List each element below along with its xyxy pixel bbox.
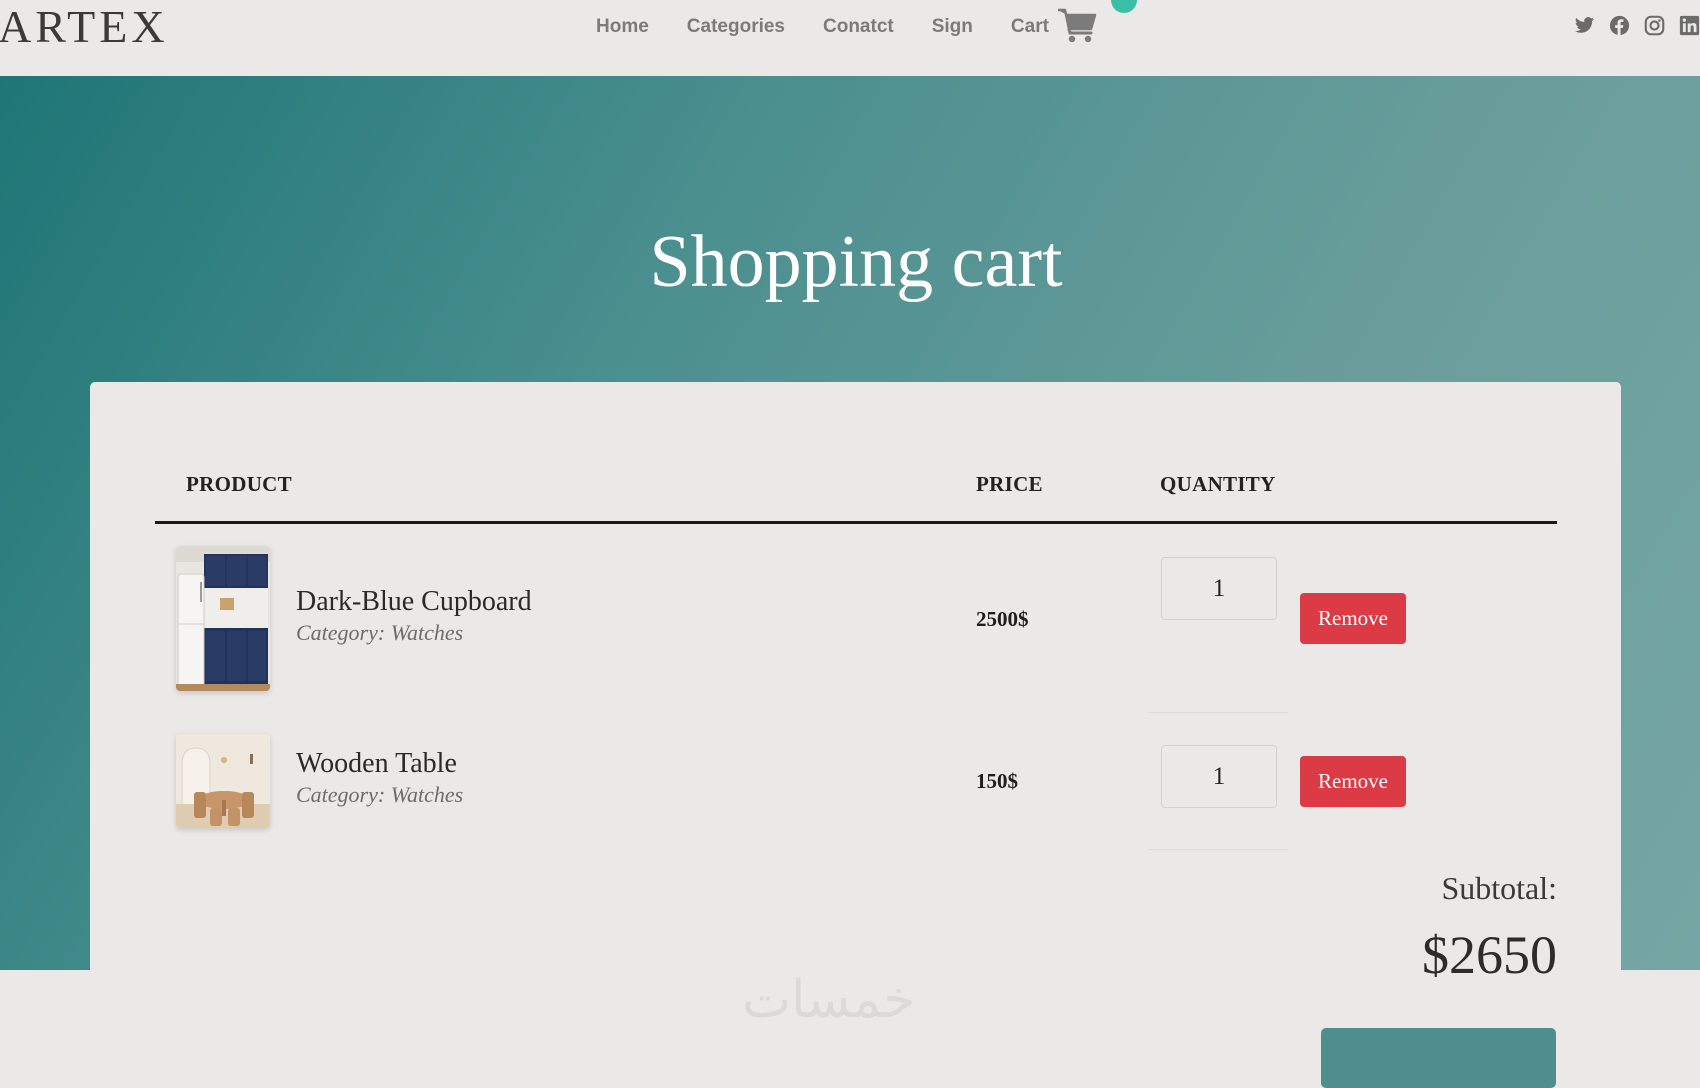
- cart-card: PRODUCT PRICE QUANTITY Dark-Blue Cupboar…: [90, 382, 1621, 1088]
- social-links: [1574, 15, 1700, 36]
- nav-links: Home Categories Conatct Sign Cart: [596, 8, 1097, 43]
- product-thumbnail-table[interactable]: [176, 734, 270, 828]
- column-header-price: PRICE: [976, 472, 1043, 496]
- row-divider: [1148, 849, 1288, 850]
- nav-link-contact[interactable]: Conatct: [823, 16, 894, 38]
- nav-link-cart[interactable]: Cart: [1010, 8, 1097, 45]
- quantity-input[interactable]: [1161, 557, 1277, 620]
- nav-link-sign[interactable]: Sign: [932, 16, 973, 38]
- product-thumbnail-cupboard[interactable]: [176, 546, 270, 691]
- product-category: Category: Watches: [296, 620, 464, 645]
- cart-count-badge: [1111, 0, 1137, 13]
- checkout-button[interactable]: [1321, 1028, 1556, 1088]
- product-category: Category: Watches: [296, 782, 464, 807]
- product-name[interactable]: Dark-Blue Cupboard: [296, 586, 532, 618]
- page-title: Shopping cart: [649, 221, 1063, 303]
- product-name[interactable]: Wooden Table: [296, 748, 457, 780]
- remove-button[interactable]: Remove: [1300, 593, 1406, 644]
- hero-section: Shopping cart PRODUCT PRICE QUANTITY Dar…: [0, 76, 1700, 1088]
- quantity-input[interactable]: [1161, 745, 1277, 808]
- subtotal-value: $2650: [1422, 925, 1557, 985]
- twitter-icon[interactable]: [1574, 15, 1595, 36]
- instagram-icon[interactable]: [1644, 15, 1665, 36]
- column-header-product: PRODUCT: [186, 472, 292, 496]
- column-header-quantity: QUANTITY: [1160, 472, 1276, 496]
- watermark: خمسات: [742, 970, 916, 1030]
- linkedin-icon[interactable]: [1679, 15, 1700, 36]
- product-price: 150$: [976, 769, 1018, 793]
- brand-logo[interactable]: ARTEX: [0, 2, 169, 52]
- cupboard-image: [176, 546, 270, 691]
- cart-label: Cart: [1010, 16, 1049, 37]
- facebook-icon[interactable]: [1609, 15, 1630, 36]
- remove-button[interactable]: Remove: [1300, 756, 1406, 807]
- nav-link-home[interactable]: Home: [596, 16, 649, 38]
- row-divider: [1148, 712, 1288, 713]
- header-divider: [155, 521, 1557, 524]
- navbar: ARTEX Home Categories Conatct Sign Cart: [0, 0, 1700, 76]
- wooden-table-image: [176, 734, 270, 828]
- product-price: 2500$: [976, 607, 1029, 631]
- nav-link-categories[interactable]: Categories: [687, 16, 785, 38]
- subtotal-label: Subtotal:: [1441, 870, 1557, 906]
- shopping-cart-icon: [1057, 8, 1097, 43]
